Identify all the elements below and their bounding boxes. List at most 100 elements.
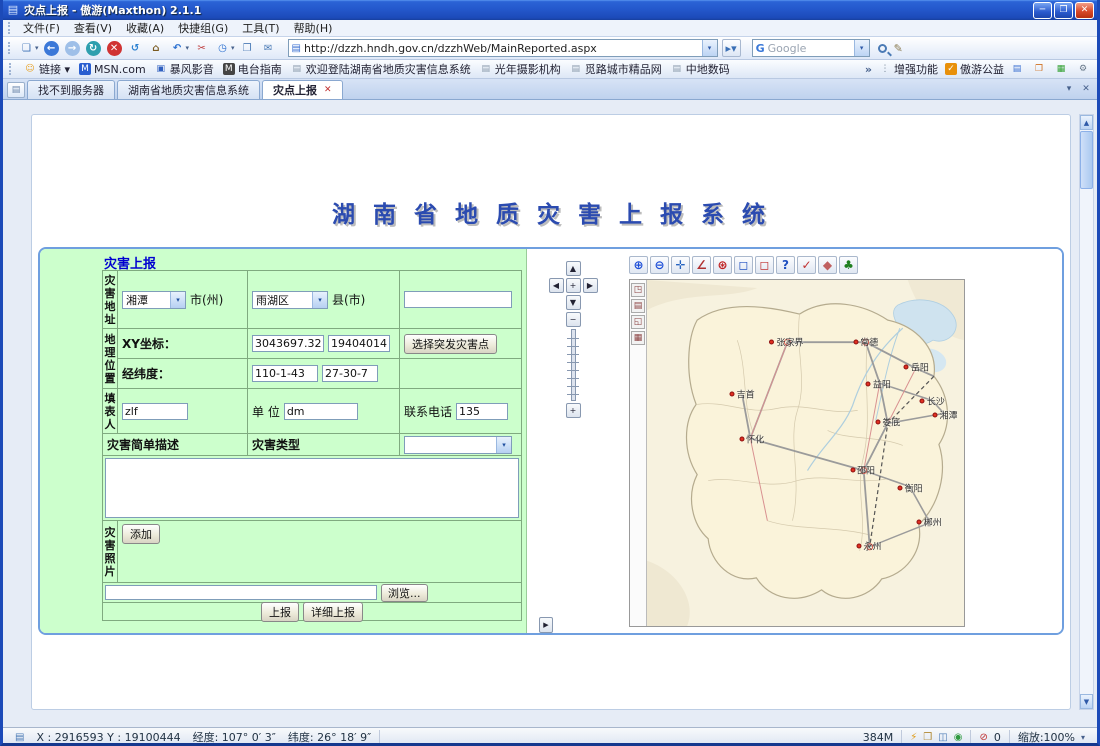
pick-disaster-point-button[interactable]: 选择突发灾害点 (404, 334, 497, 354)
link-baofeng[interactable]: ▣ 暴风影音 (155, 61, 214, 77)
menu-groups[interactable]: 快捷组(G) (171, 19, 235, 37)
link-hunan-geo-system[interactable]: ▤ 欢迎登陆湖南省地质灾害信息系统 (291, 61, 471, 77)
refresh-button[interactable]: ↺ (126, 38, 146, 58)
feed-icon[interactable]: ▦ (1055, 61, 1070, 77)
mail-button[interactable]: ✉ (259, 38, 279, 58)
photo-file-input[interactable] (105, 585, 377, 600)
zoom-in-icon[interactable]: ⊕ (629, 256, 648, 274)
close-button[interactable]: ✕ (1075, 2, 1094, 19)
address-url[interactable]: http://dzzh.hndh.gov.cn/dzzhWeb/MainRepo… (304, 42, 702, 55)
enhance-features-button[interactable]: ⋮ 增强功能 (879, 61, 938, 77)
chevron-down-icon[interactable]: ▾ (1081, 733, 1085, 742)
scroll-down-icon[interactable]: ▼ (1080, 694, 1093, 709)
eraser-icon[interactable]: ◆ (818, 256, 837, 274)
address-detail-input[interactable] (404, 291, 512, 308)
browse-button[interactable]: 浏览... (381, 584, 428, 602)
scroll-up-icon[interactable]: ▲ (1080, 115, 1093, 130)
window-icon[interactable]: ❐ (1033, 61, 1048, 77)
pan-down-button[interactable]: ▼ (566, 295, 581, 310)
center-map-button[interactable]: + (566, 278, 581, 293)
menu-file[interactable]: 文件(F) (16, 19, 67, 37)
maxthon-charity-button[interactable]: ✓ 傲游公益 (945, 61, 1004, 77)
address-bar[interactable]: ▤ http://dzzh.hndh.gov.cn/dzzhWeb/MainRe… (288, 39, 718, 57)
highlight-icon[interactable]: ✎ (894, 42, 903, 55)
tab-hunan-info-system[interactable]: 湖南省地质灾害信息系统 (117, 80, 260, 99)
reporter-name-input[interactable] (122, 403, 188, 420)
vertical-scrollbar[interactable]: ▲ ▼ (1079, 114, 1094, 710)
description-textarea[interactable] (105, 458, 519, 518)
zoom-in-button[interactable]: + (566, 403, 581, 418)
print-map-button[interactable]: ▦ (631, 331, 645, 345)
y-coordinate-input[interactable] (328, 335, 390, 352)
detail-report-button[interactable]: 详细上报 (303, 602, 363, 622)
search-input[interactable]: G Google ▾ (752, 39, 870, 57)
new-page-button[interactable]: ❏ ▾ (17, 38, 41, 58)
pan-up-button[interactable]: ▲ (566, 261, 581, 276)
report-button[interactable]: 上报 (261, 602, 299, 622)
maximize-button[interactable]: ❐ (1054, 2, 1073, 19)
links-folder-button[interactable]: ☺ 链接 ▾ (24, 61, 70, 77)
link-guangnian-photo[interactable]: ▤ 光年摄影机构 (480, 61, 561, 77)
county-select[interactable]: 雨湖区 ▾ (252, 291, 328, 309)
identify-icon[interactable]: ? (776, 256, 795, 274)
tab-list-button[interactable]: ▾ (1062, 82, 1076, 96)
city-select[interactable]: 湘潭 ▾ (122, 291, 186, 309)
history-button[interactable]: ◷ ▾ (213, 38, 237, 58)
search-icon[interactable] (878, 44, 887, 53)
legend-button[interactable]: ▤ (631, 299, 645, 313)
add-photo-button[interactable]: 添加 (122, 524, 160, 544)
address-dropdown-icon[interactable]: ▾ (702, 40, 717, 56)
x-coordinate-input[interactable] (252, 335, 324, 352)
undo-button[interactable]: ↶ ▾ (168, 38, 192, 58)
pan-left-button[interactable]: ◀ (549, 278, 564, 293)
disaster-type-select[interactable]: ▾ (404, 436, 512, 454)
measure-icon[interactable]: ∠ (692, 256, 711, 274)
scrollbar-thumb[interactable] (1080, 131, 1093, 189)
forward-button[interactable]: → (63, 38, 83, 58)
tab-close-icon[interactable]: ✕ (324, 85, 332, 95)
refresh-all-button[interactable]: ↻ (84, 38, 104, 58)
search-dropdown-icon[interactable]: ▾ (854, 40, 869, 56)
menu-view[interactable]: 查看(V) (67, 19, 119, 37)
pan-right-button[interactable]: ▶ (583, 278, 598, 293)
legend-icon[interactable]: ♣ (839, 256, 858, 274)
link-zhongdi-shuma[interactable]: ▤ 中地数码 (671, 61, 730, 77)
zoom-box-icon[interactable]: ◻ (734, 256, 753, 274)
snap-tool-button[interactable]: ✂ (192, 38, 212, 58)
zoom-out-icon[interactable]: ⊖ (650, 256, 669, 274)
overview-map-button[interactable]: ◳ (631, 283, 645, 297)
clear-selection-icon[interactable]: ◻ (755, 256, 774, 274)
pan-icon[interactable]: ✛ (671, 256, 690, 274)
menu-favorites[interactable]: 收藏(A) (119, 19, 171, 37)
menu-help[interactable]: 帮助(H) (287, 19, 340, 37)
link-msn[interactable]: M MSN.com (79, 61, 146, 77)
phone-input[interactable] (456, 403, 508, 420)
zoom-slider[interactable] (566, 329, 580, 401)
go-button[interactable]: ▸ ▾ (722, 39, 741, 57)
map-canvas[interactable]: 张家界 常德 岳阳 益阳 吉首 长沙 湘潭 娄底 怀化 邵阳 衡阳 (647, 280, 964, 626)
menu-tools[interactable]: 工具(T) (235, 19, 286, 37)
search-placeholder[interactable]: Google (768, 42, 854, 55)
tabbar-close-button[interactable]: ✕ (1079, 82, 1093, 96)
more-links-icon[interactable]: » (865, 63, 872, 76)
link-radio-guide[interactable]: M 电台指南 (223, 61, 282, 77)
home-button[interactable]: ⌂ (147, 38, 167, 58)
latitude-input[interactable] (322, 365, 378, 382)
full-extent-icon[interactable]: ⊛ (713, 256, 732, 274)
capture-button[interactable]: ❐ (238, 38, 258, 58)
longitude-input[interactable] (252, 365, 318, 382)
panel-icon[interactable]: ▤ (1011, 61, 1026, 77)
stop-button[interactable]: ✕ (105, 38, 125, 58)
attributes-icon[interactable]: ✓ (797, 256, 816, 274)
minimize-button[interactable]: ─ (1033, 2, 1052, 19)
zoom-out-button[interactable]: − (566, 312, 581, 327)
back-button[interactable]: ← (42, 38, 62, 58)
unit-input[interactable] (284, 403, 358, 420)
tab-server-not-found[interactable]: 找不到服务器 (27, 80, 115, 99)
new-tab-button[interactable]: ▤ (7, 82, 25, 98)
gear-icon[interactable]: ⚙ (1077, 61, 1092, 77)
collapse-panel-button[interactable]: ▶ (539, 617, 553, 633)
tab-disaster-report[interactable]: 灾点上报 ✕ (262, 80, 343, 99)
link-milu-city[interactable]: ▤ 觅路城市精品网 (570, 61, 662, 77)
zoom-control[interactable]: 缩放:100% ▾ (1010, 730, 1093, 745)
